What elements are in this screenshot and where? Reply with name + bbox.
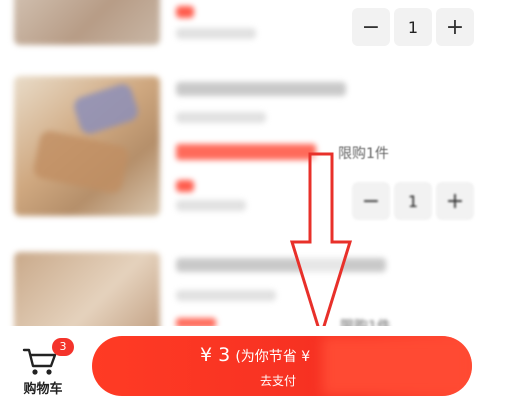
saving-text: (为你节省 ¥	[235, 349, 311, 365]
blurred-overlay	[322, 336, 472, 396]
cart-button[interactable]: 3 购物车	[14, 334, 74, 397]
checkout-bar: 3 购物车 ¥ 3 (为你节省 ¥ 去支付	[0, 326, 510, 400]
checkout-label: 去支付	[260, 374, 297, 388]
cart-page: − 1 + 限购1件 − 1 + 限购1件	[0, 0, 510, 400]
checkout-button[interactable]: ¥ 3 (为你节省 ¥ 去支付	[92, 336, 472, 396]
cart-item: 限购1件	[0, 0, 510, 372]
cart-count-badge: 3	[52, 338, 74, 356]
pay-summary: ¥ 3 (为你节省 ¥	[200, 344, 310, 366]
down-arrow-annotation	[289, 152, 353, 340]
total-amount: ¥ 3	[200, 344, 231, 366]
cart-label: 购物车	[23, 382, 63, 397]
product-spec	[176, 290, 276, 301]
